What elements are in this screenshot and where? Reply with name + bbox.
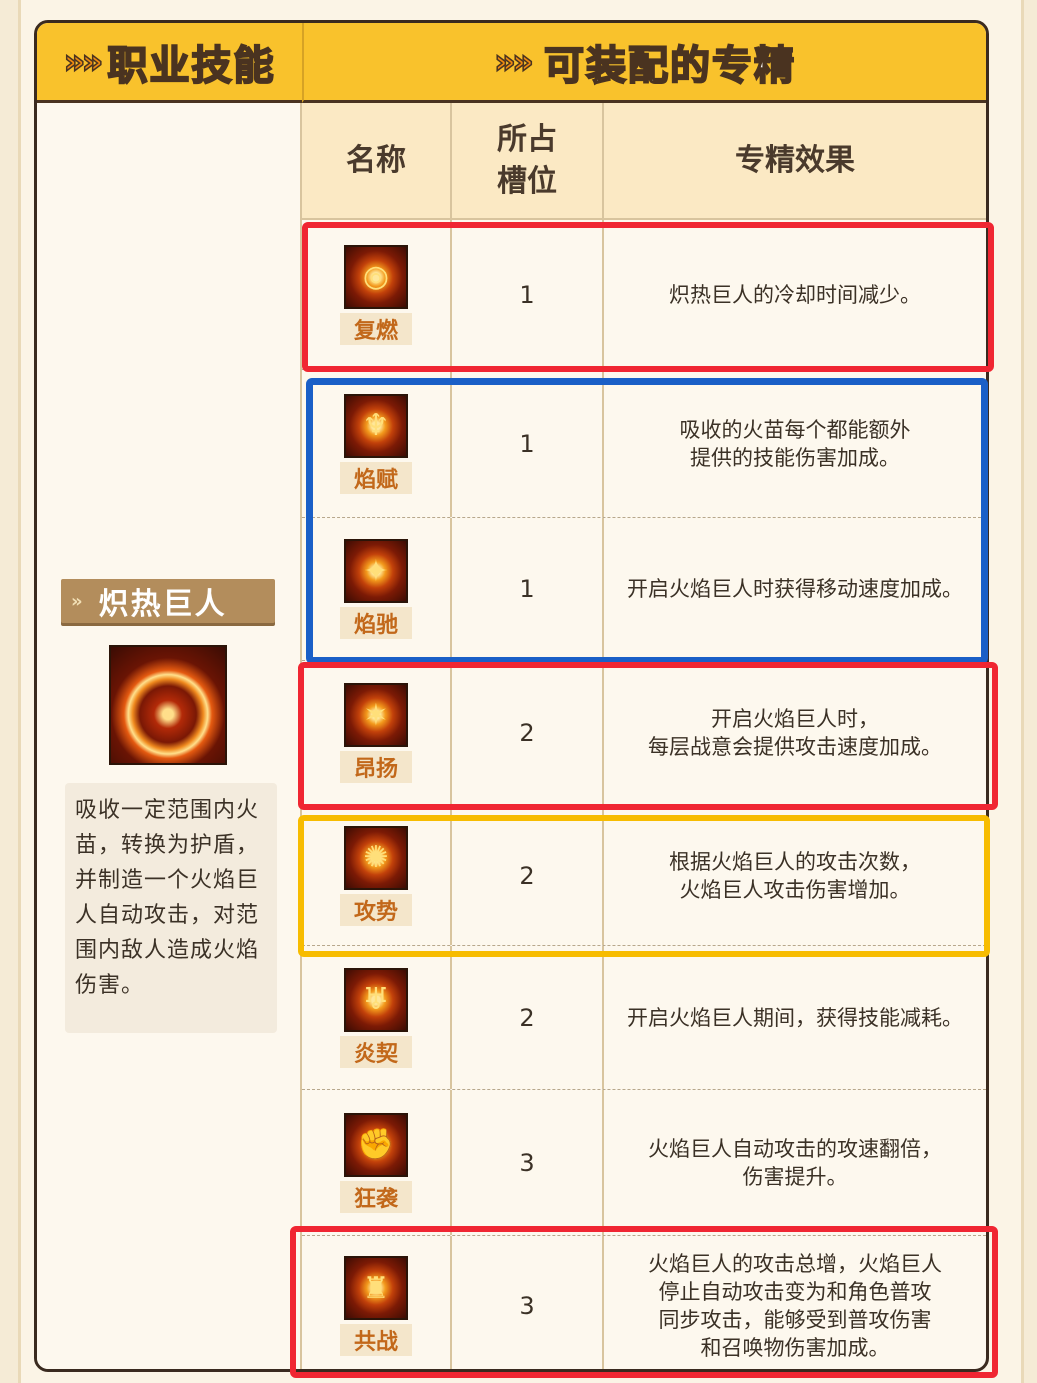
spec-slot: 2 [452,946,604,1089]
chevron-icon: » [493,41,516,83]
spec-effect: 开启火焰巨人时， 每层战意会提供攻击速度加成。 [648,707,942,759]
spec-name: 攻势 [340,893,412,926]
spec-effect: 火焰巨人自动攻击的攻速翻倍， 伤害提升。 [648,1136,942,1189]
skill-description: 吸收一定范围内火苗，转换为护盾，并制造一个火焰巨人自动攻击，对范围内敌人造成火焰… [65,783,277,1033]
spec-effect: 开启火焰巨人期间，获得技能减耗。 [627,1005,963,1030]
column-header-name: 名称 [302,103,452,218]
spec-slot: 2 [452,661,604,805]
demon-icon: ♅ [344,967,408,1032]
slot-header-line2: 槽位 [497,163,557,199]
chevron-icon: » [63,41,86,83]
scroll-icon: ✶ [344,683,408,747]
spec-table-frame: »» 职业技能 »» 可装配的专精 » 炽热巨人 吸收一定范围内火苗，转换为护盾… [34,20,989,1372]
small-chevron-icon: » [71,590,85,612]
spec-rows: ◎ 复燃 1 炽热巨人的冷却时间减少。 ♆ 焰赋 1 吸收的火苗每个都能额外 提供的… [302,218,986,1369]
header-left-title: 职业技能 [106,42,276,90]
flame-ring-icon: ✺ [344,825,408,890]
spec-slot: 1 [452,220,604,369]
spec-effect: 火焰巨人的攻击总增，火焰巨人 停止自动攻击变为和角色普攻 同步攻击，能够受到普攻… [648,1252,942,1360]
spec-name: 焰赋 [340,461,412,494]
skill-name: 炽热巨人 [98,587,227,622]
table-row: ♆ 焰赋 1 吸收的火苗每个都能额外 提供的技能伤害加成。 [302,370,986,518]
fire-giant-icon [109,645,227,765]
spec-slot: 3 [452,1236,604,1369]
spec-name: 复燃 [340,312,412,345]
spec-effect: 开启火焰巨人时获得移动速度加成。 [627,577,963,601]
column-header-slot: 所占 槽位 [452,103,604,218]
spec-name: 炎契 [340,1035,412,1068]
table-row: ♜ 共战 3 火焰巨人的攻击总增，火焰巨人 停止自动攻击变为和角色普攻 同步攻击，… [302,1236,986,1369]
fist-icon: ✊ [344,1112,408,1177]
table-row: ✊ 狂袭 3 火焰巨人自动攻击的攻速翻倍， 伤害提升。 [302,1090,986,1236]
spec-column: 名称 所占槽位 专精效果 ◎ 复燃 1 炽热巨人的冷却时间减少。 ♆ 焰赋 1 吸收… [302,103,986,1369]
spec-slot: 2 [452,806,604,945]
boot-icon: ✦ [344,539,408,603]
column-header-effect: 专精效果 [604,103,986,218]
spec-slot: 1 [452,518,604,660]
slot-header-line1: 所占 [497,121,557,157]
chevron-icon: » [81,41,104,83]
spec-effect: 炽热巨人的冷却时间减少。 [669,282,921,307]
spec-slot: 1 [452,370,604,517]
chevron-icon: » [511,41,534,83]
spec-name: 狂袭 [340,1180,412,1213]
helmet-icon: ♜ [344,1256,408,1320]
swirl-icon: ◎ [344,244,408,309]
header-class-skill: »» 职业技能 [37,23,302,103]
table-row: ✶ 昂扬 2 开启火焰巨人时， 每层战意会提供攻击速度加成。 [302,661,986,806]
figure-icon: ♆ [344,393,408,458]
table-row: ♅ 炎契 2 开启火焰巨人期间，获得技能减耗。 [302,946,986,1090]
header-right-title: 可装配的专精 [543,42,796,90]
spec-name: 共战 [340,1324,412,1356]
spec-name: 焰驰 [340,607,412,639]
skill-name-tag: » 炽热巨人 [61,579,275,623]
table-row: ✺ 攻势 2 根据火焰巨人的攻击次数， 火焰巨人攻击伤害增加。 [302,806,986,946]
table-row: ✦ 焰驰 1 开启火焰巨人时获得移动速度加成。 [302,518,986,661]
spec-slot: 3 [452,1090,604,1235]
table-row: ◎ 复燃 1 炽热巨人的冷却时间减少。 [302,220,986,370]
spec-effect: 根据火焰巨人的攻击次数， 火焰巨人攻击伤害增加。 [669,849,921,902]
spec-name: 昂扬 [340,751,412,783]
spec-effect: 吸收的火苗每个都能额外 提供的技能伤害加成。 [679,417,911,470]
header-specializations: »» 可装配的专精 [302,23,986,103]
